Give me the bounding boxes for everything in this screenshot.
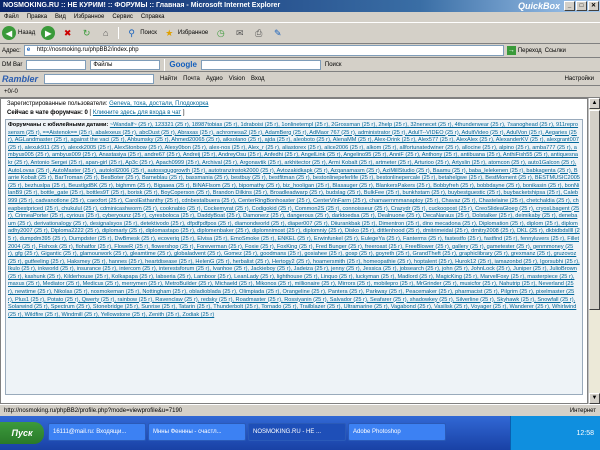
birthday-label: Форумчаны с юбилейными датами: xyxy=(8,122,109,128)
history-icon[interactable]: ◷ xyxy=(214,27,227,40)
back-button[interactable]: ◀ Назад xyxy=(2,26,35,40)
go-label: Переход xyxy=(517,47,542,54)
status-bar: http://nosmoking.ru/phpBB2/profile.php?m… xyxy=(0,404,600,416)
edit-icon[interactable]: ✎ xyxy=(271,27,284,40)
system-tray: 12:58 xyxy=(510,416,600,450)
back-label: Назад xyxy=(18,30,36,36)
status-zone: Интернет xyxy=(569,408,596,414)
task-list: 16111@mail.ru: Входящи... Мнны Феннны - … xyxy=(48,423,446,441)
address-label: Адрес: xyxy=(2,47,21,54)
menu-view[interactable]: Вид xyxy=(55,12,66,22)
addon-toolbar: DM Bar Файлы Google Поиск xyxy=(0,58,600,72)
home-icon[interactable]: ⌂ xyxy=(99,27,112,40)
forward-arrow-icon[interactable]: ▶ xyxy=(41,26,56,40)
rambler-toolbar: Rambler Найти Почта Аудио Vision Вход На… xyxy=(0,72,600,86)
rambler-logo: Rambler xyxy=(2,73,39,84)
google-search-input[interactable] xyxy=(200,59,321,70)
registered-label: Зарегистрированные пользователи: xyxy=(7,101,108,107)
print-icon[interactable]: ⎙ xyxy=(252,27,265,40)
registered-users-links[interactable]: Geneva, тохa, достали, Плодокорка xyxy=(109,101,208,107)
birthday-box: Форумчаны с юбилейными датами: ~Wandalf~… xyxy=(5,119,583,395)
favorites-label: Избранное xyxy=(177,30,209,36)
chat-line: Сейчас в чате форумчан: 0 [ Кликните зде… xyxy=(7,110,185,116)
favorites-button[interactable]: ★ Избранное xyxy=(163,27,208,40)
rambler-search-button[interactable]: Найти xyxy=(160,76,177,82)
start-button[interactable]: Пуск xyxy=(0,422,44,444)
menu-tools[interactable]: Сервис xyxy=(112,12,133,22)
title-bar: NOSMOKING.RU :: НЕ КУРИМ! :: ФОРУМЫ :: Г… xyxy=(0,0,600,12)
search-icon: ⚲ xyxy=(128,27,135,38)
scroll-down-icon[interactable]: ▼ xyxy=(589,393,600,404)
menu-edit[interactable]: Правка xyxy=(27,12,47,22)
rambler-vision-link[interactable]: Vision xyxy=(229,76,245,82)
task-button-photoshop[interactable]: Adobe Photoshop xyxy=(348,423,446,441)
back-arrow-icon: ◀ xyxy=(2,26,16,40)
window-title: NOSMOKING.RU :: НЕ КУРИМ! :: ФОРУМЫ :: Г… xyxy=(3,2,281,9)
chat-count: Сейчас в чате форумчан: 0 xyxy=(7,110,88,116)
star-icon: ★ xyxy=(165,27,174,38)
menu-bar: Файл Правка Вид Избранное Сервис Справка xyxy=(0,12,600,22)
rambler-login-link[interactable]: Вход xyxy=(251,76,265,82)
window-controls: _ □ ✕ xyxy=(564,1,599,11)
counter-label: +0/-0 xyxy=(4,88,18,95)
go-button[interactable]: → Переход xyxy=(506,46,542,55)
links-button[interactable]: Ссылки xyxy=(545,48,566,54)
search-label: Поиск xyxy=(140,30,157,36)
scroll-up-icon[interactable]: ▲ xyxy=(589,98,600,109)
google-search-button[interactable]: Поиск xyxy=(325,62,342,68)
clock: 12:58 xyxy=(576,429,594,437)
rambler-search-input[interactable] xyxy=(44,73,155,84)
taskbar: Пуск 16111@mail.ru: Входящи... Мнны Фенн… xyxy=(0,416,600,450)
maximize-button[interactable]: □ xyxy=(576,1,587,11)
links-toolbar: +0/-0 xyxy=(0,86,600,98)
scroll-thumb[interactable] xyxy=(589,110,600,310)
menu-help[interactable]: Справка xyxy=(141,12,165,22)
status-url: http://nosmoking.ru/phpBB2/profile.php?m… xyxy=(4,408,183,414)
ie-window: NOSMOKING.RU :: НЕ КУРИМ! :: ФОРУМЫ :: Г… xyxy=(0,0,600,450)
menu-file[interactable]: Файл xyxy=(4,12,19,22)
page-content: Зарегистрированные пользователи: Geneva,… xyxy=(0,98,588,404)
registered-users-line: Зарегистрированные пользователи: Geneva,… xyxy=(1,99,587,109)
rambler-mail-link[interactable]: Почта xyxy=(183,76,200,82)
task-button-ie[interactable]: NOSMOKING.RU - НЕ ... xyxy=(248,423,346,441)
rambler-audio-link[interactable]: Аудио xyxy=(206,76,223,82)
birthday-user-list[interactable]: ~Wandalf~ (25 г), 123321 (25 г), 18987to… xyxy=(8,122,580,318)
address-input[interactable]: http://nosmoking.ru/phpBB2/index.php xyxy=(23,45,504,56)
minimize-button[interactable]: _ xyxy=(564,1,575,11)
google-logo: Google xyxy=(169,60,197,69)
standard-toolbar: ◀ Назад ▶ ✖ ↻ ⌂ ⚲ Поиск ★ Избранное ◷ ✉ … xyxy=(0,22,600,44)
close-button[interactable]: ✕ xyxy=(588,1,599,11)
rambler-settings-link[interactable]: Настройки xyxy=(565,76,594,82)
address-bar: Адрес: http://nosmoking.ru/phpBB2/index.… xyxy=(0,44,600,58)
search-button[interactable]: ⚲ Поиск xyxy=(125,27,157,40)
dm-search-input[interactable] xyxy=(26,59,87,70)
task-button-chat[interactable]: Мнны Феннны - счастл... xyxy=(148,423,246,441)
refresh-icon[interactable]: ↻ xyxy=(80,27,93,40)
task-button-mail[interactable]: 16111@mail.ru: Входящи... xyxy=(48,423,146,441)
chat-link[interactable]: Кликните здесь для входа в чат xyxy=(93,110,181,116)
quickbox-logo: QuickBox xyxy=(517,1,560,11)
menu-favorites[interactable]: Избранное xyxy=(74,12,104,22)
stop-icon[interactable]: ✖ xyxy=(61,27,74,40)
dm-bar-label: DM Bar xyxy=(2,61,23,68)
toolbar-separator xyxy=(118,27,120,39)
toolbar-separator xyxy=(164,58,166,71)
mail-icon[interactable]: ✉ xyxy=(233,27,246,40)
vertical-scrollbar[interactable]: ▲ ▼ xyxy=(588,98,600,404)
go-arrow-icon: → xyxy=(506,46,516,55)
files-dropdown[interactable]: Файлы xyxy=(90,59,161,70)
